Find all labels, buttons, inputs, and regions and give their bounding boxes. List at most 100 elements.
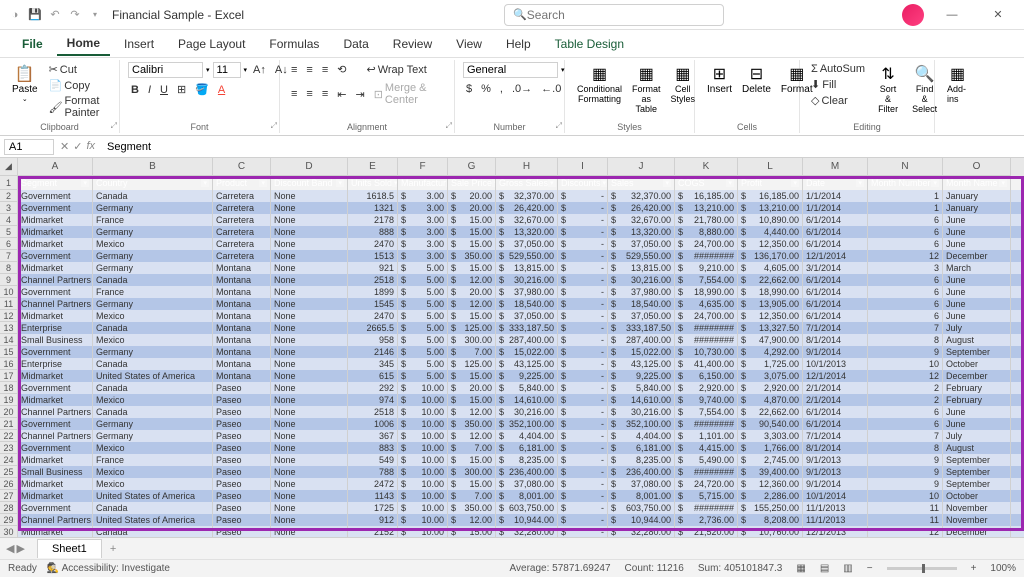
- table-cell[interactable]: Government: [18, 250, 93, 262]
- table-cell[interactable]: $5.00: [398, 298, 448, 310]
- table-cell[interactable]: $3,075.00: [738, 370, 803, 382]
- table-cell[interactable]: $-: [558, 466, 608, 478]
- table-cell[interactable]: None: [271, 358, 348, 370]
- table-header[interactable]: Sales▾: [608, 176, 675, 190]
- table-cell[interactable]: 10/1/2013: [803, 358, 868, 370]
- table-cell[interactable]: $10,890.00: [738, 214, 803, 226]
- table-cell[interactable]: $18,540.00: [496, 298, 558, 310]
- table-cell[interactable]: 2/1/2014: [803, 382, 868, 394]
- table-cell[interactable]: $287,400.00: [496, 334, 558, 346]
- table-cell[interactable]: 11: [868, 514, 943, 526]
- table-cell[interactable]: $10.00: [398, 454, 448, 466]
- table-cell[interactable]: $18,990.00: [738, 286, 803, 298]
- row-header[interactable]: 15: [0, 346, 18, 358]
- table-cell[interactable]: $-: [558, 346, 608, 358]
- table-cell[interactable]: $8,235.00: [496, 454, 558, 466]
- table-cell[interactable]: June: [943, 226, 1011, 238]
- table-cell[interactable]: 921: [348, 262, 398, 274]
- table-cell[interactable]: $236,400.00: [496, 466, 558, 478]
- table-cell[interactable]: $24,720.00: [675, 478, 738, 490]
- align-left-icon[interactable]: ≡: [288, 87, 300, 101]
- table-header[interactable]: Date▾: [803, 176, 868, 190]
- delete-cells-button[interactable]: ⊟Delete: [738, 62, 775, 97]
- table-cell[interactable]: $6,181.00: [496, 442, 558, 454]
- table-cell[interactable]: September: [943, 454, 1011, 466]
- table-cell[interactable]: $-: [558, 394, 608, 406]
- table-cell[interactable]: 1899: [348, 286, 398, 298]
- table-cell[interactable]: Germany: [93, 418, 213, 430]
- table-cell[interactable]: None: [271, 202, 348, 214]
- table-cell[interactable]: None: [271, 190, 348, 202]
- table-cell[interactable]: 2: [868, 394, 943, 406]
- table-cell[interactable]: $20.00: [448, 202, 496, 214]
- tab-table-design[interactable]: Table Design: [545, 33, 634, 55]
- table-cell[interactable]: Germany: [93, 202, 213, 214]
- table-cell[interactable]: Paseo: [213, 502, 271, 514]
- row-header[interactable]: 10: [0, 286, 18, 298]
- table-cell[interactable]: Channel Partners: [18, 274, 93, 286]
- row-header[interactable]: 7: [0, 250, 18, 262]
- paste-button[interactable]: 📋Paste⌄: [8, 62, 42, 120]
- table-cell[interactable]: $5.00: [398, 262, 448, 274]
- row-header[interactable]: 22: [0, 430, 18, 442]
- table-cell[interactable]: 7/1/2014: [803, 322, 868, 334]
- table-cell[interactable]: None: [271, 466, 348, 478]
- formula-input[interactable]: [101, 140, 1024, 154]
- table-cell[interactable]: $12,350.00: [738, 310, 803, 322]
- zoom-slider[interactable]: [887, 567, 957, 570]
- table-cell[interactable]: October: [943, 490, 1011, 502]
- table-cell[interactable]: Mexico: [93, 310, 213, 322]
- table-cell[interactable]: $43,125.00: [608, 358, 675, 370]
- col-header[interactable]: N: [868, 158, 943, 176]
- table-cell[interactable]: $37,050.00: [608, 238, 675, 250]
- table-cell[interactable]: 2178: [348, 214, 398, 226]
- table-cell[interactable]: Canada: [93, 358, 213, 370]
- table-cell[interactable]: United States of America: [93, 514, 213, 526]
- zoom-level[interactable]: 100%: [990, 563, 1016, 574]
- table-cell[interactable]: None: [271, 334, 348, 346]
- table-cell[interactable]: Montana: [213, 358, 271, 370]
- row-header[interactable]: 1: [0, 176, 18, 190]
- table-cell[interactable]: July: [943, 430, 1011, 442]
- table-cell[interactable]: $10.00: [398, 514, 448, 526]
- table-cell[interactable]: $24,700.00: [675, 310, 738, 322]
- table-cell[interactable]: None: [271, 274, 348, 286]
- search-input[interactable]: [527, 8, 707, 22]
- table-cell[interactable]: None: [271, 286, 348, 298]
- alignment-launcher-icon[interactable]: ⤢: [446, 121, 452, 131]
- col-header[interactable]: C: [213, 158, 271, 176]
- table-cell[interactable]: None: [271, 406, 348, 418]
- view-break-icon[interactable]: ▥: [843, 563, 852, 574]
- table-cell[interactable]: Small Business: [18, 334, 93, 346]
- table-cell[interactable]: $-: [558, 226, 608, 238]
- table-cell[interactable]: $18,990.00: [675, 286, 738, 298]
- table-cell[interactable]: Montana: [213, 262, 271, 274]
- table-cell[interactable]: $26,420.00: [608, 202, 675, 214]
- table-cell[interactable]: None: [271, 442, 348, 454]
- underline-button[interactable]: U: [157, 83, 171, 97]
- tab-data[interactable]: Data: [333, 33, 378, 55]
- zoom-out-icon[interactable]: −: [867, 563, 873, 574]
- table-cell[interactable]: $16,185.00: [675, 190, 738, 202]
- table-cell[interactable]: Canada: [93, 274, 213, 286]
- table-cell[interactable]: None: [271, 310, 348, 322]
- user-avatar[interactable]: [902, 4, 924, 26]
- table-cell[interactable]: February: [943, 394, 1011, 406]
- table-cell[interactable]: $5.00: [398, 322, 448, 334]
- table-cell[interactable]: Carretera: [213, 202, 271, 214]
- table-cell[interactable]: None: [271, 394, 348, 406]
- table-cell[interactable]: 1/1/2014: [803, 190, 868, 202]
- increase-font-icon[interactable]: A↑: [250, 63, 269, 77]
- table-cell[interactable]: $10.00: [398, 442, 448, 454]
- format-as-table-button[interactable]: ▦Format as Table: [628, 62, 665, 116]
- table-cell[interactable]: 11/1/2013: [803, 502, 868, 514]
- table-cell[interactable]: 9/1/2013: [803, 466, 868, 478]
- table-cell[interactable]: None: [271, 478, 348, 490]
- table-cell[interactable]: Channel Partners: [18, 514, 93, 526]
- table-cell[interactable]: September: [943, 478, 1011, 490]
- table-cell[interactable]: 788: [348, 466, 398, 478]
- table-cell[interactable]: September: [943, 466, 1011, 478]
- clipboard-launcher-icon[interactable]: ⤢: [111, 121, 117, 131]
- table-cell[interactable]: $-: [558, 190, 608, 202]
- table-cell[interactable]: February: [943, 382, 1011, 394]
